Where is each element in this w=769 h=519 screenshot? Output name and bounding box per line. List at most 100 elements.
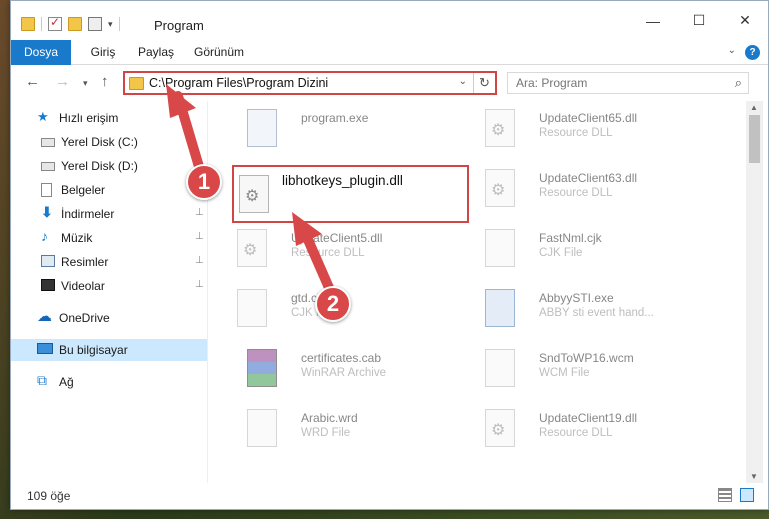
- file-item-arabic-wrd[interactable]: Arabic.wrd WRD File: [219, 405, 459, 457]
- file-name: UpdateClient65.dll: [539, 111, 638, 125]
- file-item-certificates-cab[interactable]: certificates.cab WinRAR Archive: [219, 345, 459, 397]
- sidebar-item-onedrive[interactable]: ☁ OneDrive: [11, 307, 207, 329]
- file-name: AbbyySTI.exe: [539, 291, 614, 305]
- file-item-updateclient65[interactable]: UpdateClient65.dll Resource DLL: [457, 105, 697, 157]
- scrollbar-thumb[interactable]: [749, 115, 760, 163]
- window-controls: — ☐ ✕: [630, 1, 768, 40]
- back-arrow-icon[interactable]: ←: [25, 73, 40, 90]
- folder-icon: [21, 17, 35, 31]
- minimize-button[interactable]: —: [630, 1, 676, 40]
- file-type: Resource DLL: [539, 187, 613, 199]
- file-name: UpdateClient5.dll: [291, 231, 383, 245]
- sidebar-item-this-pc[interactable]: Bu bilgisayar: [11, 339, 207, 361]
- generic-file-icon: [485, 229, 515, 267]
- scroll-down-icon[interactable]: ▼: [750, 472, 758, 481]
- sidebar-item-music[interactable]: ♪ Müzik ⊥: [11, 227, 207, 249]
- star-icon: ★: [37, 109, 49, 124]
- generic-file-icon: [485, 349, 515, 387]
- close-button[interactable]: ✕: [722, 1, 768, 40]
- file-type: WRD File: [301, 427, 351, 439]
- application-icon: [485, 289, 515, 327]
- recent-locations-icon[interactable]: ▾: [83, 78, 88, 89]
- file-item-updateclient5[interactable]: UpdateClient5.dll Resource DLL: [209, 225, 449, 277]
- file-item-updateclient19[interactable]: UpdateClient19.dll Resource DLL: [457, 405, 697, 457]
- file-name: Arabic.wrd: [301, 411, 358, 425]
- sidebar-item-label: Bu bilgisayar: [59, 343, 128, 357]
- file-name: UpdateClient63.dll: [539, 171, 638, 185]
- sidebar-item-pictures[interactable]: Resimler ⊥: [11, 251, 207, 273]
- dll-file-icon: [239, 175, 269, 213]
- file-list: program.exe UpdateClient5.dll Resource D…: [209, 101, 746, 483]
- details-view-icon[interactable]: [718, 488, 732, 502]
- pin-icon[interactable]: ⊥: [195, 231, 204, 242]
- tab-share[interactable]: Paylaş: [131, 40, 181, 65]
- file-item-program-exe[interactable]: program.exe: [219, 105, 459, 157]
- customize-toolbar-caret-icon[interactable]: ▾: [108, 19, 113, 30]
- file-type: ABBY sti event hand...: [539, 307, 654, 319]
- search-icon[interactable]: ⌕: [735, 75, 742, 91]
- file-name: SndToWP16.wcm: [539, 351, 634, 365]
- pin-icon[interactable]: ⊥: [195, 255, 204, 266]
- file-type: WinRAR Archive: [301, 367, 386, 379]
- address-path[interactable]: C:\Program Files\Program Dizini: [149, 76, 328, 90]
- sidebar-item-disk-d[interactable]: Yerel Disk (D:): [11, 155, 207, 177]
- pin-icon[interactable]: ⊥: [195, 207, 204, 218]
- sidebar-item-videos[interactable]: Videolar ⊥: [11, 275, 207, 297]
- status-bar: 109 öğe: [11, 483, 768, 509]
- music-icon: ♪: [41, 228, 48, 244]
- sidebar-item-documents[interactable]: Belgeler: [11, 179, 207, 201]
- ribbon-tabs: Dosya Giriş Paylaş Görünüm ⌄ ?: [11, 40, 768, 65]
- video-icon: [41, 279, 55, 291]
- sidebar-item-label: Ağ: [59, 375, 74, 389]
- tab-home[interactable]: Giriş: [83, 40, 123, 65]
- refresh-icon[interactable]: ↻: [473, 73, 495, 93]
- window-title: Program: [154, 18, 204, 33]
- file-item-libhotkeys-plugin[interactable]: libhotkeys_plugin.dll: [232, 165, 469, 223]
- file-item-sndtowp16-wcm[interactable]: SndToWP16.wcm WCM File: [457, 345, 697, 397]
- file-type: Resource DLL: [539, 127, 613, 139]
- new-folder-icon[interactable]: [68, 17, 82, 31]
- sidebar-item-downloads[interactable]: ⬇ İndirmeler ⊥: [11, 203, 207, 225]
- sidebar-item-label: İndirmeler: [61, 207, 115, 221]
- navigation-pane: ★ Hızlı erişim Yerel Disk (C:) Yerel Dis…: [11, 101, 208, 483]
- dll-file-icon: [485, 409, 515, 447]
- sidebar-item-label: Müzik: [61, 231, 93, 245]
- cloud-icon: ☁: [37, 308, 52, 325]
- sidebar-item-disk-c[interactable]: Yerel Disk (C:): [11, 131, 207, 153]
- disk-icon: [41, 162, 55, 171]
- help-icon[interactable]: ?: [745, 45, 760, 60]
- search-input[interactable]: [516, 76, 716, 90]
- address-history-icon[interactable]: ⌄: [459, 76, 467, 87]
- file-name: UpdateClient19.dll: [539, 411, 638, 425]
- sidebar-item-network[interactable]: ⧉ Ağ: [11, 371, 207, 393]
- sidebar-item-label: Belgeler: [61, 183, 106, 197]
- file-type: Resource DLL: [539, 427, 613, 439]
- properties-icon[interactable]: [88, 17, 102, 31]
- forward-arrow-icon[interactable]: →: [55, 73, 70, 90]
- search-box[interactable]: ⌕: [507, 72, 749, 94]
- expand-ribbon-icon[interactable]: ⌄: [728, 45, 736, 56]
- file-item-updateclient63[interactable]: UpdateClient63.dll Resource DLL: [457, 165, 697, 217]
- dll-file-icon: [485, 169, 515, 207]
- sidebar-item-label: Hızlı erişim: [59, 111, 119, 125]
- address-bar[interactable]: C:\Program Files\Program Dizini ⌄ ↻: [123, 71, 497, 95]
- sidebar-item-quick-access[interactable]: ★ Hızlı erişim: [11, 107, 207, 129]
- callout-badge-1: 1: [186, 164, 222, 200]
- tiles-view-icon[interactable]: [740, 488, 754, 502]
- properties-check-icon[interactable]: [48, 15, 62, 31]
- scroll-up-icon[interactable]: ▲: [750, 103, 758, 112]
- tab-view[interactable]: Görünüm: [189, 40, 249, 65]
- folder-icon: [129, 77, 144, 90]
- tab-file[interactable]: Dosya: [11, 40, 71, 65]
- maximize-button[interactable]: ☐: [676, 1, 722, 40]
- up-arrow-icon[interactable]: ↑: [101, 73, 109, 90]
- sidebar-item-label: OneDrive: [59, 311, 110, 325]
- file-item-fastnml-cjk[interactable]: FastNml.cjk CJK File: [457, 225, 697, 277]
- dll-file-icon: [485, 109, 515, 147]
- disk-icon: [41, 138, 55, 147]
- computer-icon: [37, 343, 53, 354]
- file-item-abbyysti-exe[interactable]: AbbyySTI.exe ABBY sti event hand...: [457, 285, 697, 337]
- toolbar-separator: [118, 17, 120, 31]
- vertical-scrollbar[interactable]: ▲ ▼: [746, 101, 763, 483]
- pin-icon[interactable]: ⊥: [195, 279, 204, 290]
